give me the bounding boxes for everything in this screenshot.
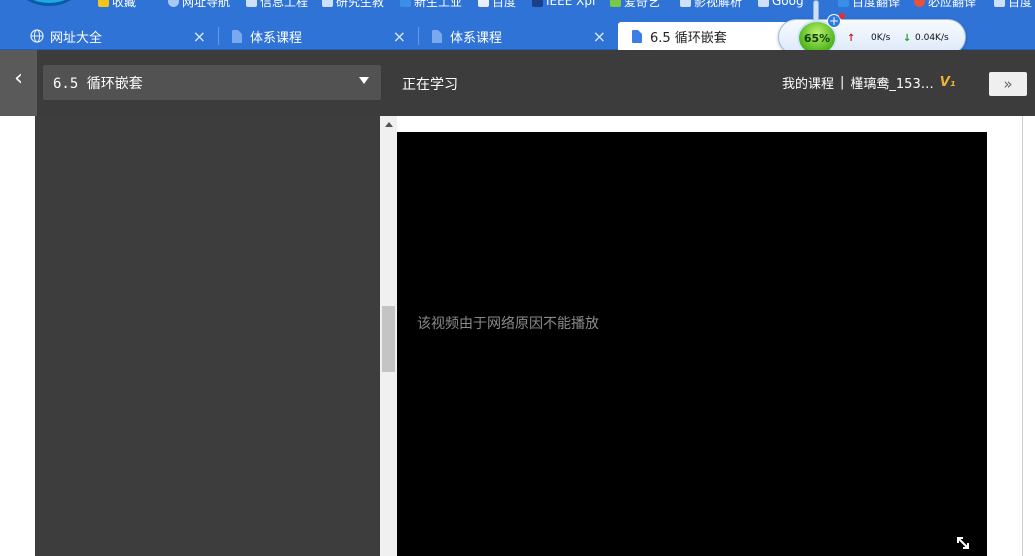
caret-down-icon <box>359 77 369 84</box>
chapter-panel <box>35 116 380 556</box>
studying-label: 正在学习 <box>402 77 458 93</box>
ieee-icon <box>532 0 543 7</box>
bookmark-item[interactable]: 必应翻译 <box>914 0 976 9</box>
scroll-up-arrow-icon[interactable] <box>380 118 397 130</box>
globe-icon <box>168 0 179 7</box>
video-player[interactable]: 该视频由于网络原因不能播放 <box>397 132 987 556</box>
divider: | <box>840 75 845 90</box>
bookmark-item[interactable]: 爱奇艺 <box>610 0 660 9</box>
chevron-left-icon: ‹ <box>14 66 23 91</box>
bookmark-bar: 收藏 网址导航 信息工程 研究生教 新生工业 百度 IEEE Xpl 爱奇艺 影… <box>0 0 1035 19</box>
bing-icon <box>914 0 925 7</box>
bookmark-item[interactable]: 收藏 <box>98 0 136 9</box>
vip-badge-icon: V₁ <box>939 75 956 90</box>
scrollbar[interactable] <box>380 116 397 556</box>
fullscreen-icon[interactable] <box>954 534 972 552</box>
tab-course-system[interactable]: 体系课程 × <box>418 22 614 50</box>
google-icon <box>758 0 769 7</box>
bookmark-item[interactable]: IEEE Xpl <box>532 0 595 8</box>
document-icon <box>994 0 1005 7</box>
document-icon <box>322 0 333 7</box>
bookmark-icon <box>400 0 411 7</box>
baidu-icon <box>478 0 489 7</box>
bookmark-item[interactable]: 信息工程 <box>246 0 308 9</box>
globe-icon <box>30 29 44 43</box>
bookmark-item[interactable]: 百度 <box>994 0 1032 9</box>
my-courses-link[interactable]: 我的课程 <box>782 73 834 92</box>
tab-label: 体系课程 <box>450 30 503 46</box>
bookmark-item[interactable]: 新生工业 <box>400 0 462 9</box>
bookmark-item[interactable]: Goog <box>758 0 804 8</box>
tab-url-directory[interactable]: 网址大全 × <box>18 22 214 50</box>
translate-icon <box>838 0 849 7</box>
bookmark-item[interactable]: 百度翻译 <box>838 0 900 9</box>
double-chevron-right-icon: » <box>1003 75 1013 93</box>
bookmark-item[interactable]: 网址导航 <box>168 0 230 9</box>
chapter-select[interactable]: 6.5 循环嵌套 <box>43 65 381 100</box>
widget-handle[interactable] <box>813 0 819 22</box>
chapter-select-value: 6.5 循环嵌套 <box>53 75 143 92</box>
tab-close-icon[interactable]: × <box>393 27 406 46</box>
iqiyi-icon <box>610 0 621 7</box>
browser-logo-icon[interactable] <box>16 0 82 6</box>
page-edge <box>1022 116 1023 556</box>
document-icon <box>230 29 244 43</box>
collapse-button[interactable]: » <box>989 72 1027 96</box>
tab-label: 6.5 循环嵌套 <box>650 30 727 46</box>
bookmark-item[interactable]: 百度 <box>478 0 516 9</box>
bookmark-item[interactable]: 研究生教 <box>322 0 384 9</box>
document-icon <box>430 29 444 43</box>
document-icon <box>246 0 257 7</box>
tab-course-system[interactable]: 体系课程 × <box>218 22 414 50</box>
upload-speed: 0K/s <box>871 33 891 43</box>
back-button[interactable]: ‹ <box>0 50 37 116</box>
star-icon <box>98 0 109 7</box>
tab-close-icon[interactable]: × <box>193 27 206 46</box>
notification-dot <box>839 13 845 19</box>
video-error-message: 该视频由于网络原因不能播放 <box>417 316 599 332</box>
document-icon <box>630 29 644 43</box>
tab-label: 体系课程 <box>250 30 303 46</box>
document-icon <box>680 0 691 7</box>
tab-close-icon[interactable]: × <box>593 27 606 46</box>
bookmark-item[interactable]: 影视解析 <box>680 0 742 9</box>
download-arrow-icon: ↓ <box>903 33 912 44</box>
user-area: 我的课程 | 槿璃鸯_153… V₁ <box>782 73 956 92</box>
upload-arrow-icon: ↑ <box>847 33 856 44</box>
username-link[interactable]: 槿璃鸯_153… <box>850 73 933 92</box>
scroll-thumb[interactable] <box>382 306 395 372</box>
download-speed: 0.04K/s <box>915 33 949 43</box>
tab-label: 网址大全 <box>50 30 103 46</box>
